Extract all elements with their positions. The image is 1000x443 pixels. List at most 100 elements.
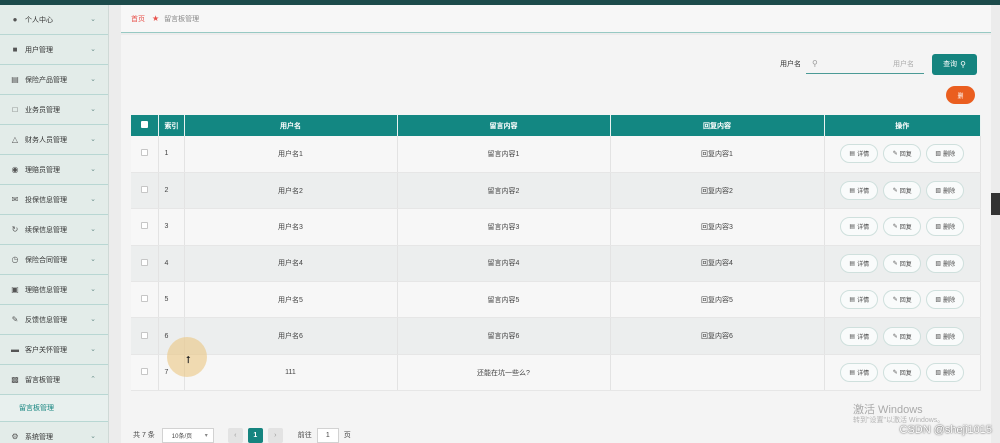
sidebar-item-salesperson[interactable]: □ 业务员管理 ⌄	[0, 95, 108, 125]
cell-reply: 回复内容6	[610, 317, 825, 355]
reply-button[interactable]: ✎ 回复	[883, 290, 922, 310]
reply-button[interactable]: ✎ 回复	[883, 144, 922, 164]
detail-label: 详情	[857, 152, 870, 159]
message-icon: ▩	[11, 375, 19, 384]
delete-button[interactable]: ▧ 删除	[926, 144, 965, 164]
row-checkbox-cell	[131, 317, 159, 355]
row-checkbox[interactable]	[140, 295, 148, 303]
delete-button[interactable]: ▧ 删除	[926, 290, 965, 310]
row-checkbox[interactable]	[140, 368, 148, 376]
row-checkbox-cell	[131, 172, 159, 210]
select-all-checkbox[interactable]	[140, 121, 148, 128]
trash-icon: ▧	[935, 151, 942, 158]
prev-page-button[interactable]: ‹	[227, 427, 243, 443]
sidebar-item-contracts[interactable]: ◷ 保险合同管理 ⌄	[0, 245, 108, 275]
delete-button[interactable]: ▧ 删除	[926, 181, 965, 201]
sidebar-item-label: 用户管理	[25, 46, 53, 54]
delete-button[interactable]: ▧ 删除	[926, 363, 965, 383]
reply-button[interactable]: ✎ 回复	[883, 326, 922, 346]
cell-message: 留言内容5	[397, 281, 611, 319]
sidebar-item-renewal-info[interactable]: ↻ 续保信息管理 ⌄	[0, 215, 108, 245]
sidebar-item-label: 保险产品管理	[25, 76, 67, 84]
edit-icon: ✎	[892, 260, 898, 267]
row-checkbox[interactable]	[140, 258, 148, 266]
page-size-select[interactable]: 10条/页 ▾	[161, 427, 214, 443]
sidebar-item-label: 保险合同管理	[25, 256, 67, 264]
chevron-down-icon: ⌄	[90, 46, 96, 53]
detail-label: 详情	[857, 298, 870, 305]
batch-delete-button[interactable]: 删	[946, 86, 975, 104]
goto-suffix: 页	[343, 432, 351, 439]
breadcrumb-home[interactable]: 首页	[131, 14, 145, 24]
sidebar-item-claims-adjuster[interactable]: ◉ 理赔员管理 ⌄	[0, 155, 108, 185]
table-body: 1 用户名1 留言内容1 回复内容1 ▤ 详情 ✎ 回复 ▧ 删除 2 用户名2 留言内容2 回复内容2 ▤…	[131, 136, 981, 392]
delete-button[interactable]: ▧ 删除	[926, 253, 965, 273]
detail-button[interactable]: ▤ 详情	[840, 363, 879, 383]
sidebar-item-personal-center[interactable]: ● 个人中心 ⌄	[0, 5, 108, 35]
sidebar-subitem-message-board[interactable]: 留言板管理	[0, 395, 108, 422]
query-button[interactable]: 查询 ⚲	[932, 53, 977, 75]
reply-button[interactable]: ✎ 回复	[883, 217, 922, 237]
reply-button[interactable]: ✎ 回复	[883, 253, 922, 273]
chevron-up-icon: ⌃	[90, 376, 96, 383]
cell-username: 用户名2	[184, 172, 398, 210]
detail-button[interactable]: ▤ 详情	[840, 326, 879, 346]
cell-actions: ▤ 详情 ✎ 回复 ▧ 删除	[824, 136, 981, 173]
cell-actions: ▤ 详情 ✎ 回复 ▧ 删除	[824, 208, 981, 246]
detail-button[interactable]: ▤ 详情	[840, 253, 879, 273]
renew-icon: ↻	[11, 225, 19, 234]
sidebar-item-feedback[interactable]: ✎ 反馈信息管理 ⌄	[0, 305, 108, 335]
row-checkbox[interactable]	[140, 149, 148, 157]
delete-button[interactable]: ▧ 删除	[926, 217, 965, 237]
sidebar-item-finance-staff[interactable]: △ 财务人员管理 ⌄	[0, 125, 108, 155]
sidebar-subitem-label: 留言板管理	[19, 405, 54, 412]
reply-button[interactable]: ✎ 回复	[883, 181, 922, 201]
sidebar-item-label: 续保信息管理	[25, 226, 67, 234]
sidebar-item-claims-info[interactable]: ▣ 理赔信息管理 ⌄	[0, 275, 108, 305]
detail-label: 详情	[857, 189, 870, 196]
sidebar-item-user-management[interactable]: ■ 用户管理 ⌄	[0, 35, 108, 65]
document-icon: ▤	[849, 333, 856, 340]
page-number-current[interactable]: 1	[247, 427, 263, 443]
sidebar-item-customer-care[interactable]: ▬ 客户关怀管理 ⌄	[0, 335, 108, 365]
users-icon: ■	[12, 45, 18, 54]
reply-label: 回复	[899, 225, 912, 232]
row-checkbox[interactable]	[140, 331, 148, 339]
sidebar-item-label: 理赔员管理	[25, 166, 60, 174]
row-checkbox[interactable]	[140, 222, 148, 230]
sidebar-item-system[interactable]: ⚙ 系统管理 ⌄	[0, 422, 108, 443]
header-checkbox-cell	[131, 115, 159, 136]
sidebar-item-label: 投保信息管理	[25, 196, 67, 204]
cell-reply: 回复内容4	[610, 245, 825, 283]
search-icon: ⚲	[960, 59, 966, 69]
chevron-down-icon: ⌄	[90, 256, 96, 263]
reply-button[interactable]: ✎ 回复	[883, 363, 922, 383]
cell-reply	[610, 354, 825, 392]
detail-button[interactable]: ▤ 详情	[840, 181, 879, 201]
cell-actions: ▤ 详情 ✎ 回复 ▧ 删除	[824, 317, 981, 355]
detail-button[interactable]: ▤ 详情	[840, 217, 879, 237]
table-row: 2 用户名2 留言内容2 回复内容2 ▤ 详情 ✎ 回复 ▧ 删除	[131, 172, 981, 210]
edge-collapse-tab[interactable]	[991, 193, 1000, 215]
goto-page-input[interactable]: 1	[316, 427, 339, 443]
edit-icon: ✎	[892, 224, 898, 231]
sidebar-item-message-board[interactable]: ▩ 留言板管理 ⌃	[0, 365, 108, 395]
sidebar-item-policy-info[interactable]: ✉ 投保信息管理 ⌄	[0, 185, 108, 215]
row-checkbox[interactable]	[140, 186, 148, 194]
cell-reply: 回复内容2	[610, 172, 825, 210]
detail-button[interactable]: ▤ 详情	[840, 144, 879, 164]
delete-label: 删除	[943, 225, 956, 232]
cell-actions: ▤ 详情 ✎ 回复 ▧ 删除	[824, 172, 981, 210]
delete-button[interactable]: ▧ 删除	[926, 326, 965, 346]
sidebar: ● 个人中心 ⌄ ■ 用户管理 ⌄ ▤ 保险产品管理 ⌄ □ 业务员管理 ⌄ △…	[0, 5, 109, 443]
edit-icon: ✎	[892, 370, 898, 377]
sidebar-item-label: 理赔信息管理	[25, 286, 67, 294]
sidebar-item-insurance-products[interactable]: ▤ 保险产品管理 ⌄	[0, 65, 108, 95]
next-page-button[interactable]: ›	[267, 427, 283, 443]
star-icon: ★	[152, 14, 160, 23]
cell-actions: ▤ 详情 ✎ 回复 ▧ 删除	[824, 281, 981, 319]
chevron-down-icon: ⌄	[90, 316, 96, 323]
sidebar-item-label: 业务员管理	[25, 106, 60, 114]
search-input[interactable]: ⚲ 用户名	[806, 54, 924, 74]
detail-button[interactable]: ▤ 详情	[840, 290, 879, 310]
